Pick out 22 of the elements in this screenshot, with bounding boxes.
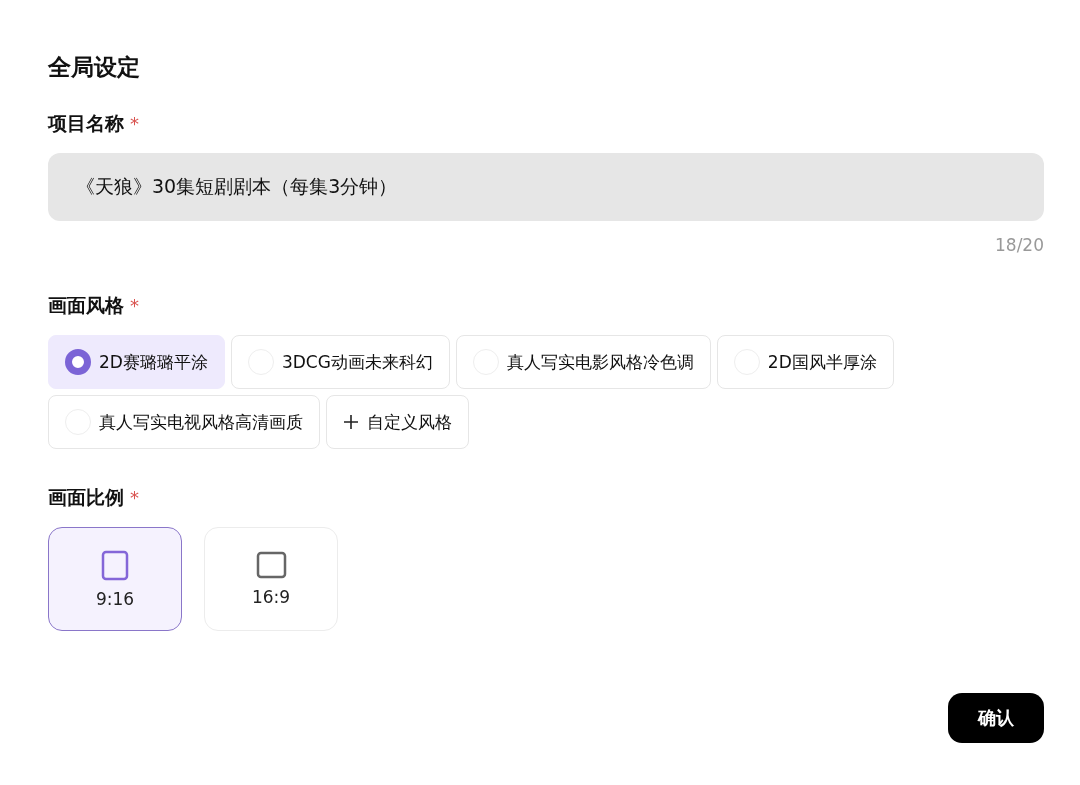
rectangle-icon	[101, 549, 129, 581]
rectangle-icon	[255, 551, 287, 579]
page-title: 全局设定	[48, 53, 141, 82]
style-option[interactable]: 真人写实电视风格高清画质	[48, 395, 320, 449]
plus-icon	[343, 414, 359, 430]
radio-icon	[65, 349, 91, 375]
custom-style-button[interactable]: 自定义风格	[326, 395, 469, 449]
style-option[interactable]: 2D国风半厚涂	[716, 335, 894, 389]
style-option[interactable]: 2D赛璐璐平涂	[48, 335, 225, 389]
required-mark: *	[130, 113, 139, 134]
section-label: 项目名称	[48, 111, 124, 136]
character-counter: 18/20	[995, 235, 1044, 255]
confirm-button[interactable]: 确认	[948, 693, 1044, 743]
section-label: 画面比例	[48, 485, 124, 510]
style-option[interactable]: 3DCG动画未来科幻	[230, 335, 450, 389]
style-option[interactable]: 真人写实电影风格冷色调	[455, 335, 711, 389]
ratio-option[interactable]: 16:9	[204, 527, 338, 631]
required-mark: *	[130, 487, 139, 508]
required-mark: *	[130, 295, 139, 316]
project-name-input[interactable]: 《天狼》30集短剧剧本（每集3分钟）	[48, 153, 1044, 221]
section-label: 画面风格	[48, 293, 124, 318]
ratio-option[interactable]: 9:16	[48, 527, 182, 631]
